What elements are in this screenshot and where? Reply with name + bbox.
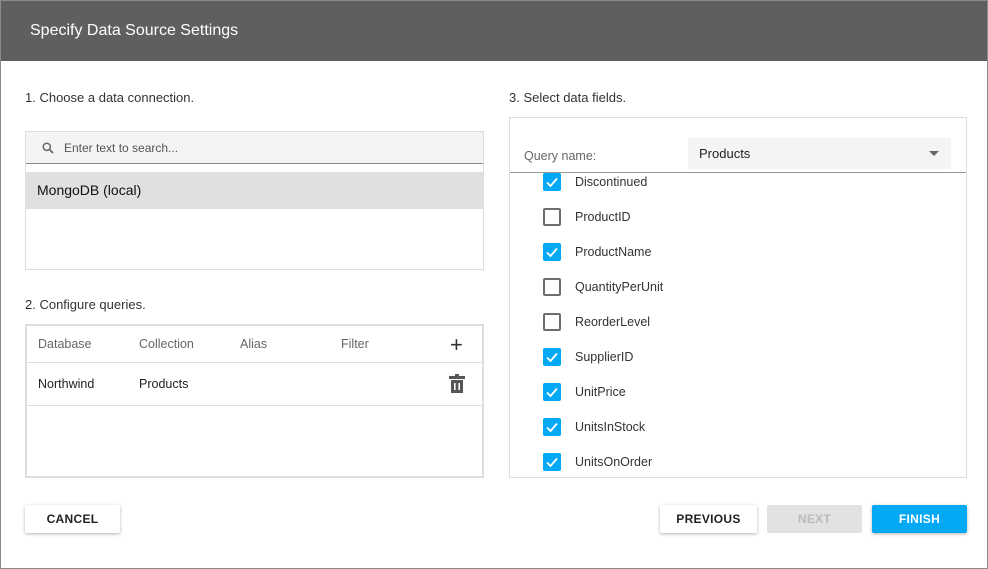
query-name-select[interactable]: Products (688, 138, 951, 169)
connection-list: Enter text to search... MongoDB (local) (25, 131, 484, 270)
field-item[interactable]: UnitsOnOrder (543, 452, 652, 472)
fields-panel: Query name: Products Discontinued Product… (509, 117, 967, 478)
field-label: ProductID (575, 210, 631, 224)
checkbox-checked[interactable] (543, 348, 561, 366)
queries-table: Database Collection Alias Filter + North… (25, 324, 484, 478)
next-button[interactable]: NEXT (767, 505, 862, 533)
field-label: UnitsOnOrder (575, 455, 653, 469)
table-header: Database Collection Alias Filter + (27, 326, 482, 363)
cell-collection: Products (139, 377, 189, 391)
query-name-row: Query name: Products (510, 118, 966, 173)
field-item[interactable]: Discontinued (543, 172, 647, 192)
step1-label: 1. Choose a data connection. (25, 90, 195, 105)
checkmark-icon (546, 387, 558, 398)
field-item[interactable]: ReorderLevel (543, 312, 650, 332)
checkbox-unchecked[interactable] (543, 208, 561, 226)
step3-label: 3. Select data fields. (509, 90, 627, 105)
col-filter: Filter (341, 337, 369, 351)
chevron-down-icon (929, 151, 939, 156)
field-item[interactable]: UnitsInStock (543, 417, 645, 437)
checkmark-icon (546, 457, 558, 468)
field-label: ProductName (575, 245, 652, 259)
checkbox-checked[interactable] (543, 453, 561, 471)
field-label: SupplierID (575, 350, 634, 364)
search-placeholder: Enter text to search... (64, 141, 179, 155)
cell-database: Northwind (38, 377, 95, 391)
connection-item[interactable]: MongoDB (local) (26, 172, 483, 209)
checkbox-unchecked[interactable] (543, 278, 561, 296)
field-item[interactable]: ProductName (543, 242, 651, 262)
checkbox-unchecked[interactable] (543, 313, 561, 331)
field-item[interactable]: ProductID (543, 207, 631, 227)
search-icon (42, 142, 54, 154)
previous-button[interactable]: PREVIOUS (660, 505, 757, 533)
add-query-icon[interactable]: + (450, 326, 463, 363)
checkbox-checked[interactable] (543, 418, 561, 436)
checkmark-icon (546, 247, 558, 258)
query-name-value: Products (699, 146, 751, 161)
checkmark-icon (546, 352, 558, 363)
checkmark-icon (546, 422, 558, 433)
field-item[interactable]: QuantityPerUnit (543, 277, 663, 297)
field-label: QuantityPerUnit (575, 280, 664, 294)
checkbox-checked[interactable] (543, 173, 561, 191)
field-label: Discontinued (575, 175, 648, 189)
cancel-button[interactable]: CANCEL (25, 505, 120, 533)
field-label: UnitsInStock (575, 420, 646, 434)
dialog-title: Specify Data Source Settings (1, 1, 987, 61)
col-collection: Collection (139, 337, 194, 351)
field-item[interactable]: UnitPrice (543, 382, 626, 402)
field-label: UnitPrice (575, 385, 626, 399)
search-input[interactable]: Enter text to search... (26, 132, 483, 164)
col-database: Database (38, 337, 92, 351)
table-row[interactable]: Northwind Products (27, 363, 482, 406)
col-alias: Alias (240, 337, 268, 351)
delete-icon[interactable] (449, 374, 465, 394)
step2-label: 2. Configure queries. (25, 297, 146, 312)
field-label: ReorderLevel (575, 315, 651, 329)
query-name-label: Query name: (524, 149, 597, 163)
dialog-window: Specify Data Source Settings 1. Choose a… (0, 0, 988, 569)
finish-button[interactable]: FINISH (872, 505, 967, 533)
field-item[interactable]: SupplierID (543, 347, 633, 367)
checkbox-checked[interactable] (543, 243, 561, 261)
checkmark-icon (546, 177, 558, 188)
checkbox-checked[interactable] (543, 383, 561, 401)
